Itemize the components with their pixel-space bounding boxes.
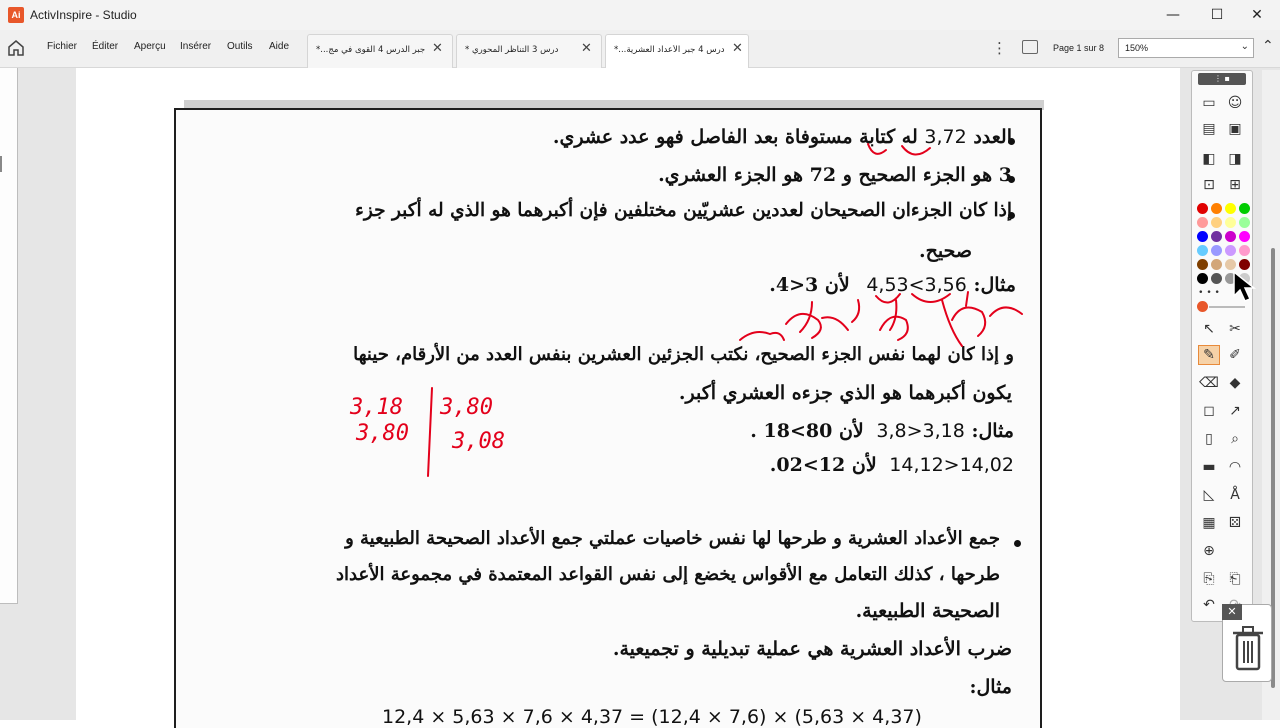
text-icon[interactable]: ▯: [1198, 429, 1220, 449]
color-swatch[interactable]: [1211, 217, 1222, 228]
pen-width-track: [1209, 306, 1245, 308]
ink-divider: [427, 387, 433, 477]
color-swatch[interactable]: [1239, 245, 1250, 256]
color-swatch[interactable]: [1225, 217, 1236, 228]
color-swatch[interactable]: [1239, 231, 1250, 242]
desktop-annotate-icon[interactable]: ▣: [1224, 119, 1246, 139]
compass-icon[interactable]: Å: [1224, 485, 1246, 505]
document-icon[interactable]: ⎗: [1224, 569, 1246, 589]
ink-arrow: [941, 299, 963, 347]
magnify-icon[interactable]: ⌕: [1224, 429, 1246, 449]
page-next-icon[interactable]: ◨: [1224, 149, 1246, 169]
ink-annotations[interactable]: 3,18 3,80 3,80 3,08: [0, 0, 1280, 720]
browser-icon[interactable]: ▤: [1198, 119, 1220, 139]
color-swatch[interactable]: [1225, 231, 1236, 242]
fill-icon[interactable]: ◆: [1224, 373, 1246, 393]
eraser-icon[interactable]: ⌫: [1198, 373, 1220, 393]
ink-word: [989, 306, 1023, 317]
set-square-icon[interactable]: ◺: [1198, 485, 1220, 505]
ruler-icon[interactable]: ▬: [1198, 457, 1220, 477]
color-swatch[interactable]: [1197, 231, 1208, 242]
color-swatch[interactable]: [1197, 259, 1208, 270]
ink-number: 3,18: [349, 395, 403, 420]
color-swatch[interactable]: [1197, 203, 1208, 214]
color-swatch[interactable]: [1211, 245, 1222, 256]
tools-icon[interactable]: ✂: [1224, 319, 1246, 339]
ink-word: [951, 306, 987, 337]
undo-page-icon[interactable]: ⎘: [1198, 569, 1220, 589]
ink-number: 3,80: [355, 421, 409, 446]
select-icon[interactable]: ↖: [1198, 319, 1220, 339]
ink-word: [739, 331, 785, 341]
pen-icon[interactable]: ✎: [1198, 345, 1220, 365]
ink-word: [785, 313, 822, 339]
ink-number: 3,80: [439, 395, 493, 420]
ink-arrow: [889, 299, 898, 331]
page-prev-icon[interactable]: ◧: [1198, 149, 1220, 169]
color-swatch[interactable]: [1211, 203, 1222, 214]
color-swatch[interactable]: [1225, 259, 1236, 270]
ink-word: [821, 316, 849, 331]
color-swatch[interactable]: [1211, 231, 1222, 242]
toolbox-header[interactable]: ⋮ ▪: [1198, 73, 1246, 85]
user-icon[interactable]: ☺: [1224, 93, 1246, 113]
resource-icon[interactable]: ⊞: [1224, 175, 1246, 195]
close-icon[interactable]: ✕: [1222, 604, 1242, 620]
reset-page-icon[interactable]: ⊡: [1198, 175, 1220, 195]
highlighter-icon[interactable]: ✐: [1224, 345, 1246, 365]
color-swatch[interactable]: [1211, 259, 1222, 270]
protractor-icon[interactable]: ◠: [1224, 457, 1246, 477]
undo-icon[interactable]: ↶: [1198, 595, 1220, 615]
color-swatch[interactable]: [1197, 245, 1208, 256]
ink-number: 3,08: [451, 429, 505, 454]
color-swatch[interactable]: [1239, 203, 1250, 214]
color-swatch[interactable]: [1225, 245, 1236, 256]
color-swatch[interactable]: [1197, 217, 1208, 228]
spotlight-icon[interactable]: ⊕: [1198, 541, 1220, 561]
calculator-icon[interactable]: ▦: [1198, 513, 1220, 533]
ink-underline-3: [867, 143, 887, 155]
color-swatch[interactable]: [1239, 259, 1250, 270]
shape-icon[interactable]: ◻: [1198, 401, 1220, 421]
toolbox: ⋮ ▪ ▭ ☺ ▤ ▣ ◧ ◨ ⊡ ⊞ • • • ↖ ✂ ✎ ✐ ⌫ ◆ ◻ …: [1191, 70, 1253, 622]
main-menu-icon[interactable]: ▭: [1198, 93, 1220, 113]
connector-icon[interactable]: ↗: [1224, 401, 1246, 421]
ink-underline-72: [901, 145, 931, 156]
ink-arrow: [799, 301, 813, 333]
color-swatch[interactable]: [1239, 217, 1250, 228]
ink-arc: [911, 293, 951, 303]
pen-width-slider-icon[interactable]: [1197, 301, 1208, 312]
ink-mark: [965, 291, 969, 307]
dice-icon[interactable]: ⚄: [1224, 513, 1246, 533]
mouse-cursor-icon: [1233, 270, 1257, 302]
pen-width-icon[interactable]: • • •: [1198, 283, 1220, 303]
color-swatch[interactable]: [1225, 203, 1236, 214]
ink-arrow: [851, 299, 861, 323]
